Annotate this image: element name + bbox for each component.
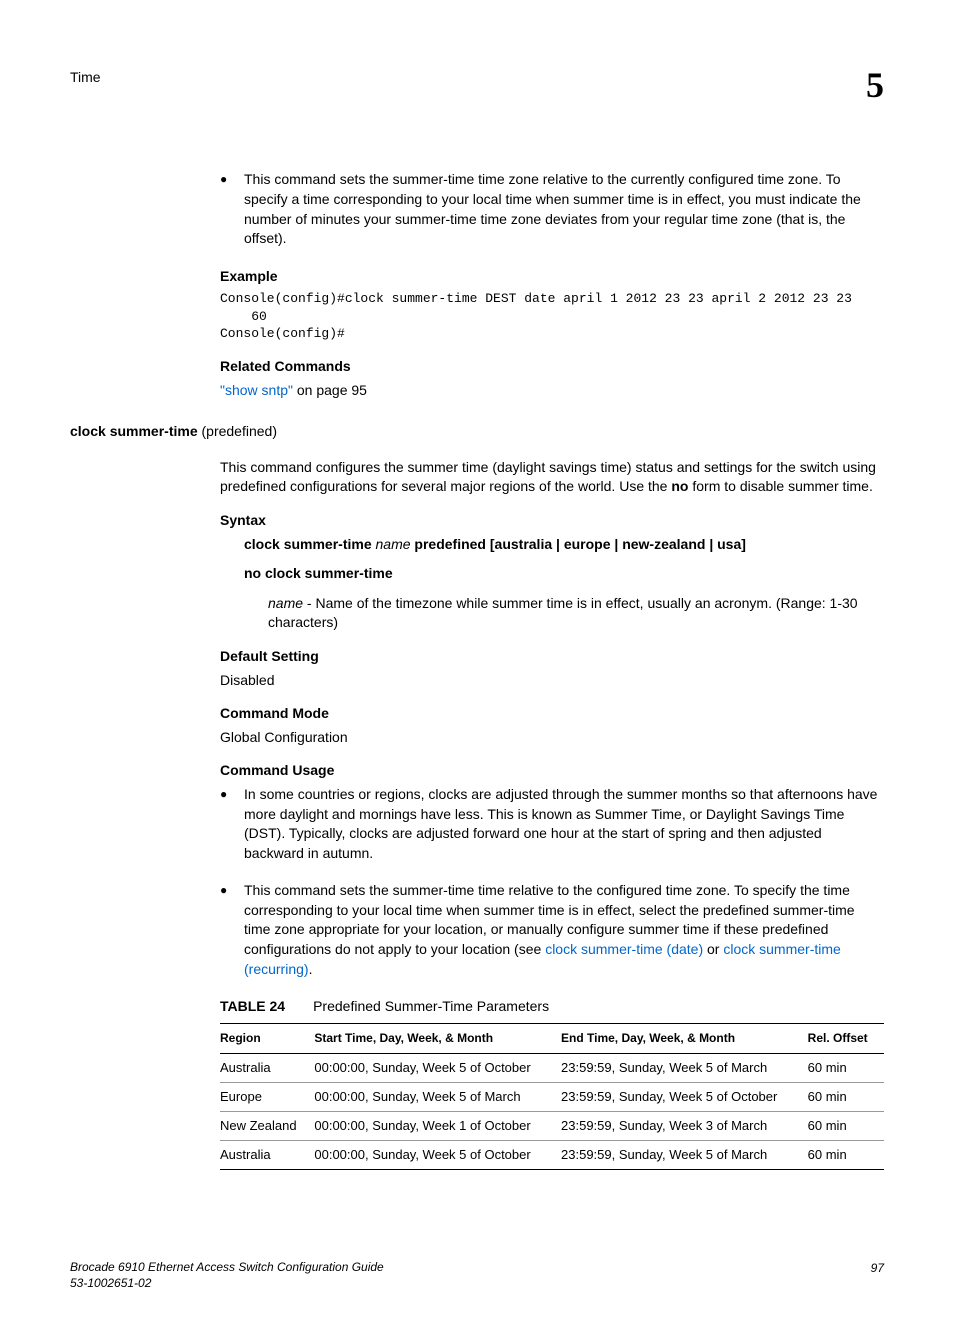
table-row: Australia 00:00:00, Sunday, Week 5 of Oc… xyxy=(220,1141,884,1170)
td-offset: 60 min xyxy=(808,1082,884,1111)
usage-b2-mid: or xyxy=(703,941,723,957)
td-start: 00:00:00, Sunday, Week 5 of March xyxy=(314,1082,561,1111)
command-name: clock summer-time xyxy=(70,423,198,439)
td-region: Australia xyxy=(220,1141,314,1170)
parameters-table: Region Start Time, Day, Week, & Month En… xyxy=(220,1023,884,1171)
td-end: 23:59:59, Sunday, Week 3 of March xyxy=(561,1112,808,1141)
td-end: 23:59:59, Sunday, Week 5 of March xyxy=(561,1141,808,1170)
command-mode-value: Global Configuration xyxy=(220,728,884,748)
table-row: Australia 00:00:00, Sunday, Week 5 of Oc… xyxy=(220,1053,884,1082)
table-row: Europe 00:00:00, Sunday, Week 5 of March… xyxy=(220,1082,884,1111)
syntax-heading: Syntax xyxy=(220,511,884,531)
table-caption: Predefined Summer-Time Parameters xyxy=(313,998,549,1014)
td-region: New Zealand xyxy=(220,1112,314,1141)
td-start: 00:00:00, Sunday, Week 1 of October xyxy=(314,1112,561,1141)
page-footer: Brocade 6910 Ethernet Access Switch Conf… xyxy=(70,1260,884,1291)
table-label: TABLE 24 xyxy=(220,998,285,1014)
show-sntp-link[interactable]: "show sntp" xyxy=(220,382,293,398)
example-code: Console(config)#clock summer-time DEST d… xyxy=(220,290,884,343)
syntax-name-desc: name - Name of the timezone while summer… xyxy=(268,594,884,633)
td-region: Australia xyxy=(220,1053,314,1082)
td-offset: 60 min xyxy=(808,1112,884,1141)
footer-docnum: 53-1002651-02 xyxy=(70,1276,384,1292)
example-heading: Example xyxy=(220,267,884,287)
th-end: End Time, Day, Week, & Month xyxy=(561,1023,808,1053)
command-title-row: clock summer-time (predefined) xyxy=(70,422,884,442)
usage-b2: This command sets the summer-time time r… xyxy=(244,881,884,979)
command-usage-heading: Command Usage xyxy=(220,761,884,781)
chapter-number: 5 xyxy=(866,60,884,110)
bullet-item: ● This command sets the summer-time time… xyxy=(220,881,884,979)
td-start: 00:00:00, Sunday, Week 5 of October xyxy=(314,1053,561,1082)
bullet-dot-icon: ● xyxy=(220,170,244,248)
th-start: Start Time, Day, Week, & Month xyxy=(314,1023,561,1053)
syntax-line-2: no clock summer-time xyxy=(244,564,884,584)
default-setting-heading: Default Setting xyxy=(220,647,884,667)
clock-summer-time-date-link[interactable]: clock summer-time (date) xyxy=(545,941,703,957)
table-header-row: Region Start Time, Day, Week, & Month En… xyxy=(220,1023,884,1053)
bullet-dot-icon: ● xyxy=(220,881,244,979)
td-start: 00:00:00, Sunday, Week 5 of October xyxy=(314,1141,561,1170)
syntax-line1-name: name xyxy=(372,536,415,552)
td-region: Europe xyxy=(220,1082,314,1111)
related-line: "show sntp" on page 95 xyxy=(220,381,884,401)
syntax-name-text: - Name of the timezone while summer time… xyxy=(268,595,858,631)
bullet-item: ● This command sets the summer-time time… xyxy=(220,170,884,248)
bullet-text: This command sets the summer-time time z… xyxy=(244,170,884,248)
desc-post: form to disable summer time. xyxy=(688,478,872,494)
usage-b2-post: . xyxy=(309,961,313,977)
command-description: This command configures the summer time … xyxy=(220,458,884,497)
table-title: TABLE 24 Predefined Summer-Time Parameter… xyxy=(220,997,884,1017)
command-paren: (predefined) xyxy=(198,423,277,439)
content-area: ● This command sets the summer-time time… xyxy=(220,170,884,1170)
page-header: Time 5 xyxy=(70,60,884,110)
bullet-item: ● In some countries or regions, clocks a… xyxy=(220,785,884,863)
td-end: 23:59:59, Sunday, Week 5 of March xyxy=(561,1053,808,1082)
bullet-dot-icon: ● xyxy=(220,785,244,863)
page-number: 97 xyxy=(871,1260,884,1291)
th-offset: Rel. Offset xyxy=(808,1023,884,1053)
syntax-line-1: clock summer-time name predefined [austr… xyxy=(244,535,884,555)
footer-left: Brocade 6910 Ethernet Access Switch Conf… xyxy=(70,1260,384,1291)
td-offset: 60 min xyxy=(808,1141,884,1170)
table-row: New Zealand 00:00:00, Sunday, Week 1 of … xyxy=(220,1112,884,1141)
footer-title: Brocade 6910 Ethernet Access Switch Conf… xyxy=(70,1260,384,1276)
th-region: Region xyxy=(220,1023,314,1053)
syntax-line1-pre: clock summer-time xyxy=(244,536,372,552)
td-end: 23:59:59, Sunday, Week 5 of October xyxy=(561,1082,808,1111)
default-setting-value: Disabled xyxy=(220,671,884,691)
syntax-name-label: name xyxy=(268,595,303,611)
header-section: Time xyxy=(70,60,101,88)
syntax-line1-post: predefined [australia | europe | new-zea… xyxy=(414,536,746,552)
desc-bold: no xyxy=(671,478,688,494)
td-offset: 60 min xyxy=(808,1053,884,1082)
command-mode-heading: Command Mode xyxy=(220,704,884,724)
usage-b1: In some countries or regions, clocks are… xyxy=(244,785,884,863)
related-suffix: on page 95 xyxy=(293,382,367,398)
related-heading: Related Commands xyxy=(220,357,884,377)
